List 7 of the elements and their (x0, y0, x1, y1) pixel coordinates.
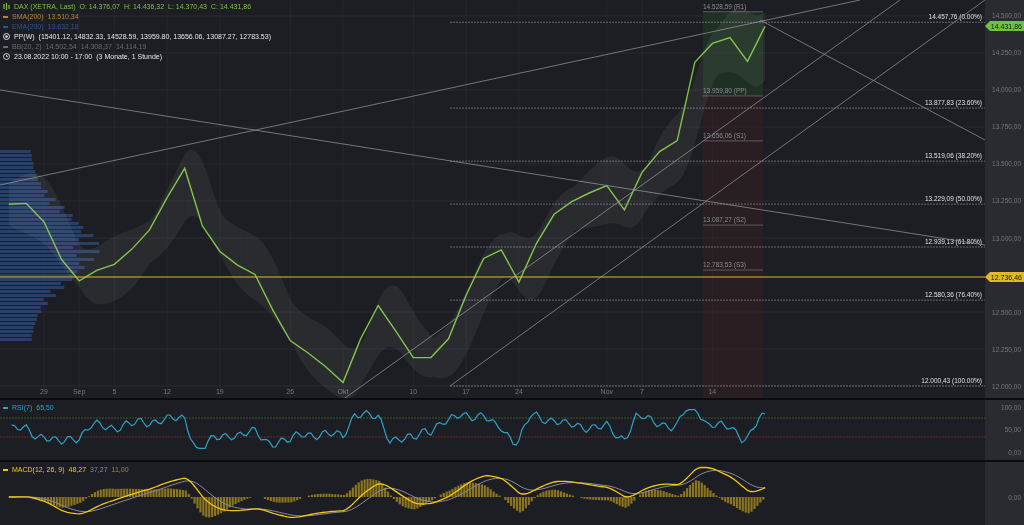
indicator-color-marker (3, 406, 8, 409)
target-icon (3, 33, 10, 40)
indicator-axis (985, 462, 1024, 525)
indicator-color-marker (3, 468, 8, 471)
clock-icon (3, 53, 10, 60)
candlestick-icon (3, 3, 10, 10)
indicator-axis (985, 400, 1024, 460)
